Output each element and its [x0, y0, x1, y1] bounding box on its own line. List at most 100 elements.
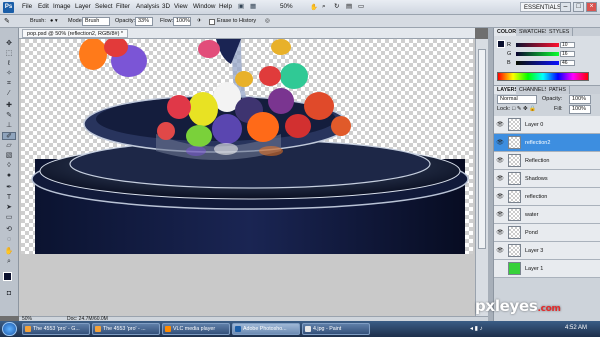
- screen-mode-icon[interactable]: ▭: [358, 3, 364, 10]
- layer-row[interactable]: 👁 reflection: [494, 188, 600, 206]
- red-value[interactable]: 10: [560, 42, 575, 48]
- visibility-eye-icon[interactable]: 👁: [496, 139, 504, 147]
- lock-icons[interactable]: □ ✎ ✥ 🔒: [512, 105, 536, 114]
- path-select-tool-icon[interactable]: ➤: [2, 204, 16, 212]
- tab-paths[interactable]: PATHS: [546, 86, 570, 94]
- history-brush-tool-icon[interactable]: ✐: [2, 132, 16, 140]
- taskbar-item-paint[interactable]: 4.jpg - Paint: [302, 323, 370, 335]
- layer-row-selected[interactable]: 👁 reflection2: [494, 134, 600, 152]
- menu-help[interactable]: Help: [219, 3, 232, 10]
- scrollbar-thumb[interactable]: [478, 49, 486, 249]
- hand-tool-icon[interactable]: ✋: [310, 3, 318, 11]
- menu-filter[interactable]: Filter: [116, 3, 130, 10]
- taskbar-item-vlc[interactable]: VLC media player: [162, 323, 230, 335]
- brush-preset-picker[interactable]: ● ▾: [50, 17, 58, 26]
- dodge-tool-icon[interactable]: ●: [2, 172, 16, 180]
- visibility-eye-icon[interactable]: 👁: [496, 175, 504, 183]
- layer-row[interactable]: 👁 Shadows: [494, 170, 600, 188]
- fill-field[interactable]: 100%: [569, 105, 591, 114]
- clock[interactable]: 4:52 AM: [565, 325, 587, 331]
- brush-tool-icon[interactable]: ✎: [2, 112, 16, 120]
- document-canvas[interactable]: [21, 39, 473, 254]
- history-brush-icon[interactable]: ✎: [4, 17, 10, 26]
- clone-stamp-tool-icon[interactable]: ⊥: [2, 122, 16, 130]
- menu-3d[interactable]: 3D: [162, 3, 170, 10]
- healing-tool-icon[interactable]: ✚: [2, 102, 16, 110]
- marquee-tool-icon[interactable]: ⬚: [2, 50, 16, 58]
- menu-window[interactable]: Window: [193, 3, 215, 10]
- rotate-view-icon[interactable]: ↻: [334, 3, 339, 10]
- layer-opacity-field[interactable]: 100%: [569, 95, 591, 104]
- layer-row[interactable]: 👁 Layer 3: [494, 242, 600, 260]
- opacity-field[interactable]: 33%: [135, 17, 153, 26]
- eraser-tool-icon[interactable]: ▱: [2, 142, 16, 150]
- mode-select[interactable]: Brush: [82, 17, 110, 26]
- close-button[interactable]: ×: [586, 2, 597, 12]
- gradient-tool-icon[interactable]: ▧: [2, 152, 16, 160]
- visibility-eye-icon[interactable]: 👁: [496, 265, 504, 273]
- pen-tool-icon[interactable]: ✒: [2, 184, 16, 192]
- taskbar-item-browser-2[interactable]: The 4553 'pro' - ...: [92, 323, 160, 335]
- blue-slider[interactable]: [516, 61, 559, 65]
- arrange-documents-icon[interactable]: ▤: [346, 3, 352, 10]
- pressure-icon[interactable]: ◎: [265, 17, 270, 26]
- start-button[interactable]: [2, 322, 17, 336]
- document-tab[interactable]: pop.psd @ 50% (reflection2, RGB/8#) *: [22, 29, 129, 38]
- layer-row[interactable]: 👁 Pond: [494, 224, 600, 242]
- layer-row[interactable]: 👁 Layer 0: [494, 116, 600, 134]
- foreground-color-swatch[interactable]: [3, 272, 12, 281]
- shape-tool-icon[interactable]: ▭: [2, 214, 16, 222]
- hand-tool-icon[interactable]: ✋: [2, 248, 16, 256]
- menu-analysis[interactable]: Analysis: [136, 3, 159, 10]
- workspace-switcher[interactable]: ESSENTIALS: [520, 2, 566, 12]
- zoom-tool-icon[interactable]: ⌕: [322, 3, 326, 11]
- red-slider[interactable]: [516, 43, 559, 47]
- menu-edit[interactable]: Edit: [38, 3, 49, 10]
- move-tool-icon[interactable]: ✥: [2, 40, 16, 48]
- blue-value[interactable]: 46: [560, 60, 575, 66]
- zoom-tool-icon[interactable]: ⌕: [2, 258, 16, 266]
- airbrush-icon[interactable]: ✈: [197, 17, 202, 26]
- blend-mode-select[interactable]: Normal: [497, 95, 537, 104]
- minimize-button[interactable]: –: [560, 2, 571, 12]
- visibility-eye-icon[interactable]: 👁: [496, 121, 504, 129]
- crop-tool-icon[interactable]: ⌗: [2, 80, 16, 88]
- bridge-icon[interactable]: ▣: [238, 3, 244, 10]
- color-spectrum-ramp[interactable]: [497, 72, 589, 81]
- layer-row[interactable]: 👁 water: [494, 206, 600, 224]
- eyedropper-tool-icon[interactable]: ⁄: [2, 90, 16, 98]
- mini-bridge-icon[interactable]: ▦: [250, 3, 256, 10]
- taskbar-item-browser-1[interactable]: The 4553 'pro' - G...: [22, 323, 90, 335]
- type-tool-icon[interactable]: T: [2, 194, 16, 202]
- visibility-eye-icon[interactable]: 👁: [496, 211, 504, 219]
- tray-icons[interactable]: ◂ ▮ ♪: [470, 325, 483, 332]
- layer-row[interactable]: 👁 Reflection: [494, 152, 600, 170]
- menu-view[interactable]: View: [174, 3, 188, 10]
- maximize-button[interactable]: □: [573, 2, 584, 12]
- green-value[interactable]: 16: [560, 51, 575, 57]
- lasso-tool-icon[interactable]: ℓ: [2, 60, 16, 68]
- green-slider[interactable]: [516, 52, 559, 56]
- erase-to-history-checkbox[interactable]: [209, 19, 215, 25]
- zoom-level[interactable]: 50%: [280, 3, 293, 10]
- visibility-eye-icon[interactable]: 👁: [496, 157, 504, 165]
- menu-select[interactable]: Select: [95, 3, 113, 10]
- canvas-area[interactable]: [19, 39, 475, 316]
- quick-select-tool-icon[interactable]: ✧: [2, 70, 16, 78]
- tab-styles[interactable]: STYLES: [546, 28, 574, 36]
- menu-file[interactable]: File: [22, 3, 32, 10]
- flow-field[interactable]: 100%: [173, 17, 191, 26]
- quick-mask-icon[interactable]: ◘: [2, 290, 16, 298]
- layer-row[interactable]: 👁 Layer 1: [494, 260, 600, 278]
- 3d-orbit-tool-icon[interactable]: ◌: [2, 236, 16, 244]
- canvas-vertical-scrollbar[interactable]: [475, 39, 488, 316]
- menu-image[interactable]: Image: [53, 3, 71, 10]
- color-foreground-swatch[interactable]: [497, 40, 505, 48]
- blur-tool-icon[interactable]: ◊: [2, 162, 16, 170]
- visibility-eye-icon[interactable]: 👁: [496, 193, 504, 201]
- 3d-rotate-tool-icon[interactable]: ⟲: [2, 226, 16, 234]
- visibility-eye-icon[interactable]: 👁: [496, 229, 504, 237]
- taskbar-item-photoshop[interactable]: Adobe Photosho...: [232, 323, 300, 335]
- menu-layer[interactable]: Layer: [75, 3, 91, 10]
- visibility-eye-icon[interactable]: 👁: [496, 247, 504, 255]
